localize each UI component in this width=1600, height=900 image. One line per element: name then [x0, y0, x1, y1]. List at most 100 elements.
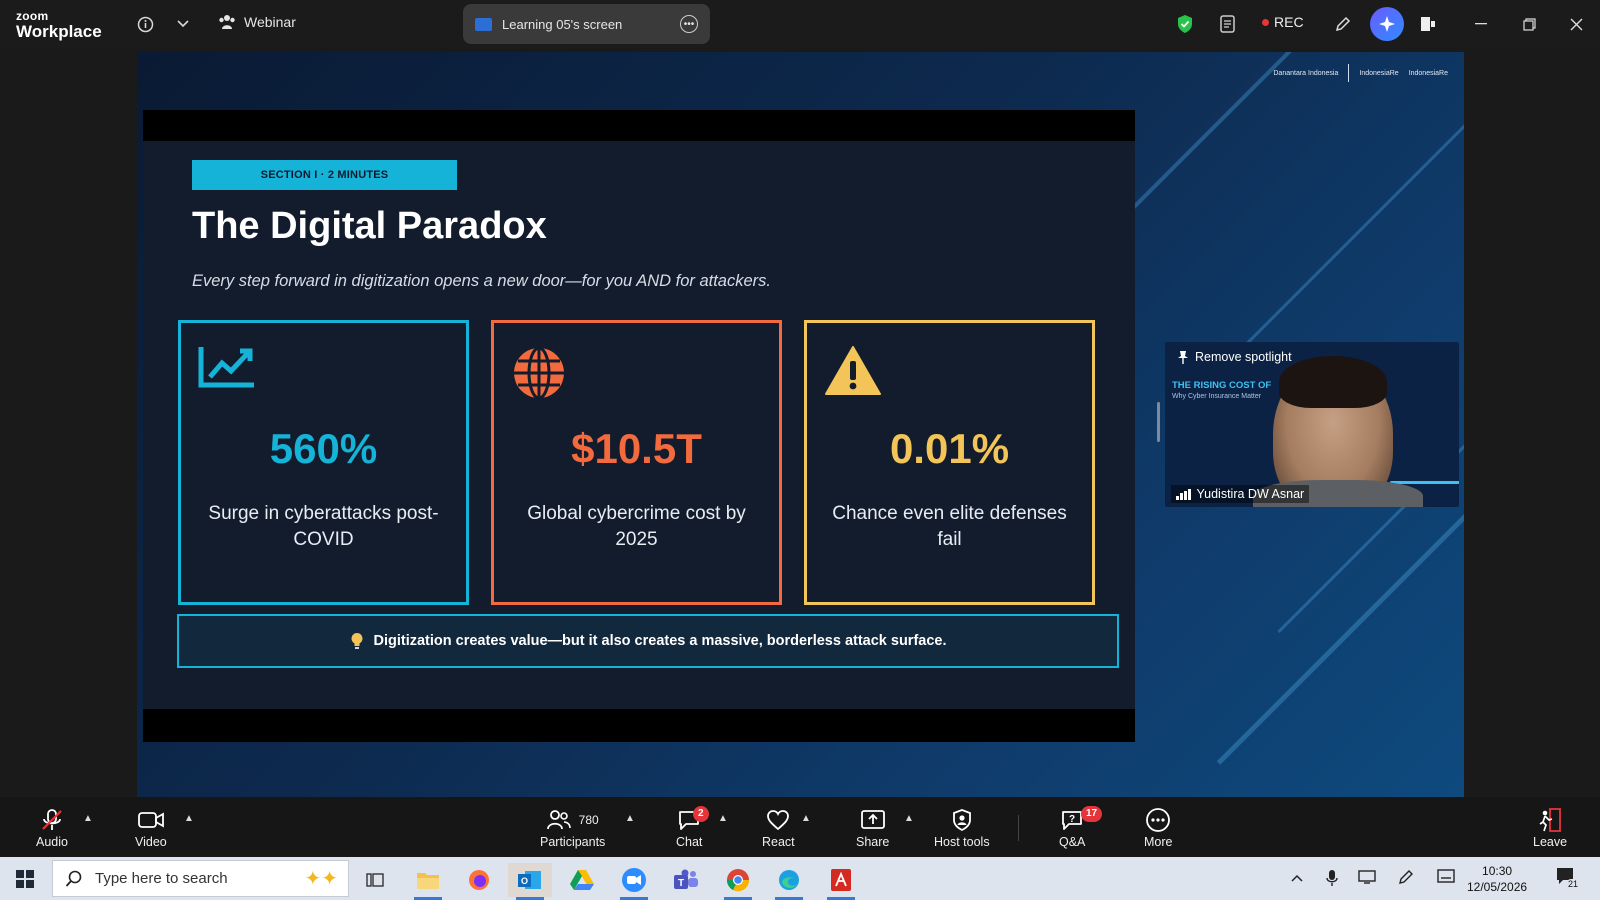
decor-stripe [1088, 52, 1446, 253]
host-tools-label: Host tools [934, 835, 990, 849]
audio-button[interactable]: Audio [36, 807, 68, 849]
google-drive-icon[interactable] [560, 863, 604, 897]
minimize-icon[interactable] [1470, 13, 1492, 35]
section-tag: SECTION I · 2 MINUTES [192, 160, 457, 190]
chart-up-icon [198, 345, 256, 394]
share-button-label: Share [856, 835, 890, 849]
warning-icon [824, 345, 882, 402]
logo-big-text: Workplace [16, 22, 102, 41]
video-camera-icon [137, 807, 165, 833]
more-button[interactable]: More [1144, 807, 1172, 849]
more-dots-icon [1145, 807, 1171, 833]
logo-small-text: zoom [16, 9, 49, 23]
top-bar: zoom Workplace Webinar Learning 05's scr… [0, 0, 1600, 48]
teams-icon[interactable]: T [664, 863, 708, 897]
speaker-bg-title: THE RISING COST OF [1172, 380, 1272, 391]
host-tools-button[interactable]: Host tools [934, 807, 990, 849]
react-button[interactable]: React [762, 807, 795, 849]
microphone-tray-icon[interactable] [1326, 869, 1338, 890]
info-icon[interactable] [134, 13, 156, 35]
ai-companion-button[interactable] [1370, 7, 1404, 41]
remove-spotlight-button[interactable]: Remove spotlight [1177, 350, 1292, 364]
toolbar-divider [1018, 815, 1019, 841]
chat-unread-badge: 2 [693, 806, 709, 822]
apps-panel-icon[interactable] [1417, 13, 1439, 35]
svg-text:?: ? [1069, 814, 1075, 825]
edge-icon[interactable] [767, 863, 811, 900]
notification-count: 21 [1566, 879, 1581, 889]
task-view-icon[interactable] [353, 863, 397, 897]
chat-options-caret[interactable]: ▲ [718, 813, 728, 824]
windows-start-icon[interactable] [16, 870, 34, 888]
leave-icon [1538, 807, 1562, 833]
pen-tray-icon[interactable] [1398, 869, 1414, 888]
pin-icon [1178, 351, 1188, 364]
participants-label: Participants [540, 835, 606, 849]
outlook-icon[interactable]: O [508, 863, 552, 900]
leave-button[interactable]: Leave [1533, 807, 1567, 849]
speaker-name-tag: Yudistira DW Asnar [1171, 485, 1310, 503]
stat-description: Chance even elite defenses fail [832, 503, 1067, 550]
panel-resize-handle[interactable] [1157, 402, 1160, 442]
stat-description: Surge in cyberattacks post-COVID [208, 503, 439, 550]
transcript-icon[interactable] [1217, 13, 1239, 35]
webinar-indicator[interactable]: Webinar [218, 14, 296, 30]
stat-card-cyberattacks: 560% Surge in cyberattacks post-COVID [178, 320, 469, 605]
chevron-down-icon[interactable] [172, 13, 194, 35]
taskbar-clock[interactable]: 10:30 12/05/2026 [1467, 863, 1527, 895]
chrome-icon[interactable] [716, 863, 760, 900]
leave-label: Leave [1533, 835, 1568, 849]
tray-overflow-chevron-icon[interactable] [1291, 869, 1303, 885]
participants-options-caret[interactable]: ▲ [625, 813, 635, 824]
share-screen-icon [860, 807, 886, 833]
stat-card-defense-failure: 0.01% Chance even elite defenses fail [804, 320, 1095, 605]
rec-label: REC [1274, 14, 1304, 30]
video-button[interactable]: Video [135, 807, 167, 849]
share-options-caret[interactable]: ▲ [904, 813, 914, 824]
firefox-icon[interactable] [457, 863, 501, 897]
search-highlight-sparkle-icon: ✦✦ [304, 868, 338, 890]
stat-value: 560% [269, 425, 378, 472]
file-explorer-icon[interactable] [406, 863, 450, 900]
slide-content: SECTION I · 2 MINUTES The Digital Parado… [143, 141, 1135, 709]
participants-icon: 780 [546, 807, 599, 833]
globe-icon [511, 345, 567, 406]
qa-label: Q&A [1059, 835, 1086, 849]
recording-indicator[interactable]: REC [1262, 14, 1304, 30]
speaker-video-tile[interactable]: THE RISING COST OF Why Cyber Insurance M… [1165, 342, 1459, 507]
participants-button[interactable]: 780 Participants [540, 807, 605, 849]
acrobat-icon[interactable] [819, 863, 863, 900]
display-tray-icon[interactable] [1358, 869, 1376, 888]
callout-text: Digitization creates value—but it also c… [373, 633, 947, 649]
logo-divider [1348, 64, 1350, 82]
video-options-caret[interactable]: ▲ [184, 813, 194, 824]
share-label: Learning 05's screen [502, 16, 623, 32]
signal-bars-icon [1176, 488, 1191, 500]
screen-share-icon [475, 17, 492, 31]
slide-subtitle: Every step forward in digitization opens… [192, 272, 771, 290]
record-dot-icon [1262, 18, 1269, 26]
close-icon[interactable] [1565, 13, 1587, 35]
brand-logos: Danantara Indonesia IndonesiaRe Indonesi… [1273, 64, 1448, 82]
keyboard-tray-icon[interactable] [1437, 869, 1455, 886]
more-label: More [1144, 835, 1173, 849]
taskbar-search-box[interactable]: Type here to search ✦✦ [52, 860, 349, 897]
annotate-pen-icon[interactable] [1332, 13, 1354, 35]
search-icon [65, 870, 82, 887]
share-button[interactable]: Share [856, 807, 889, 849]
svg-text:O: O [521, 876, 528, 886]
indonesiare-logo-secondary: IndonesiaRe [1408, 69, 1448, 77]
svg-text:T: T [678, 878, 684, 889]
speaker-name: Yudistira DW Asnar [1196, 487, 1305, 501]
zoom-app-icon[interactable] [612, 863, 656, 900]
restore-icon[interactable] [1518, 13, 1540, 35]
lightbulb-icon [351, 633, 362, 649]
react-options-caret[interactable]: ▲ [801, 813, 811, 824]
clock-time: 10:30 [1482, 864, 1513, 878]
shield-check-icon[interactable] [1174, 13, 1196, 35]
audio-label: Audio [36, 835, 68, 849]
qa-unread-badge: 17 [1081, 806, 1103, 822]
more-options-icon[interactable]: ••• [680, 15, 698, 33]
audio-options-caret[interactable]: ▲ [83, 813, 93, 824]
screen-share-pill[interactable]: Learning 05's screen ••• [463, 4, 710, 44]
